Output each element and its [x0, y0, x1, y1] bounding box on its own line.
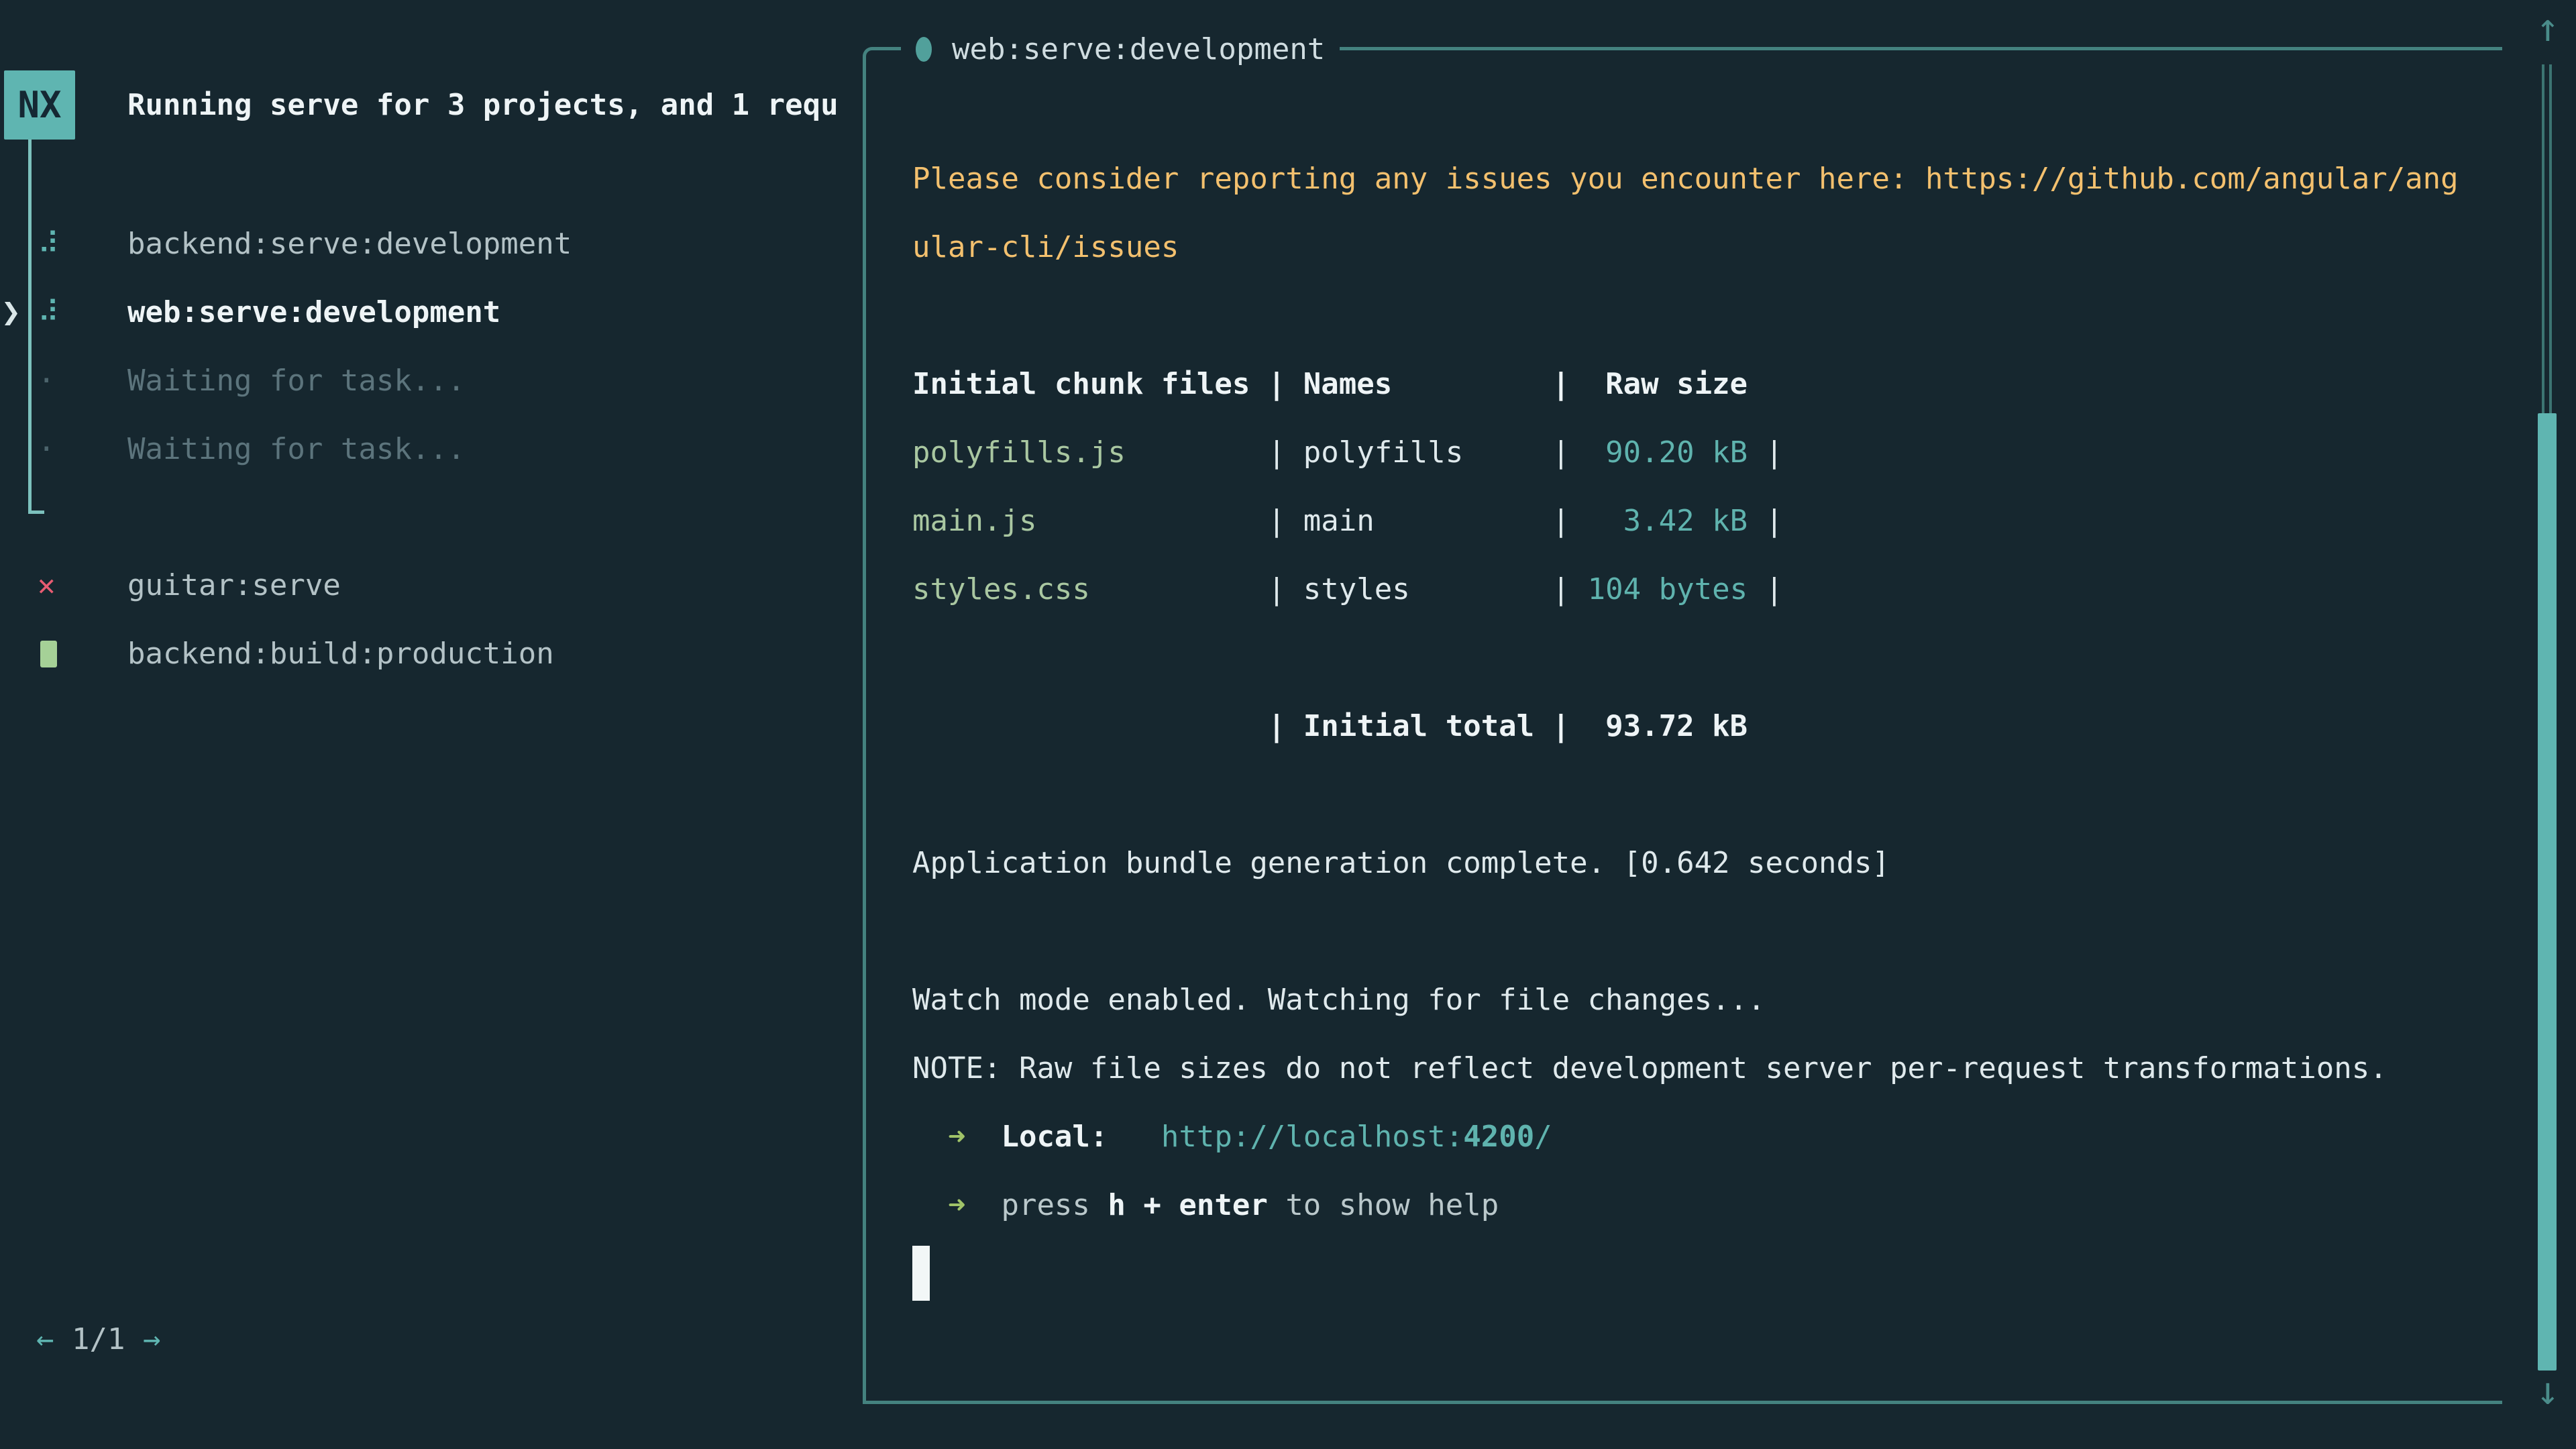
- waiting-dot-icon: ·: [38, 432, 78, 466]
- terminal-text: NOTE: Raw file sizes do not reflect deve…: [912, 1051, 2387, 1085]
- task-item-label: backend:build:production: [127, 637, 554, 671]
- terminal-text: to show help: [1268, 1188, 1499, 1222]
- terminal-text: |: [1126, 435, 1303, 470]
- terminal-text: ➜: [912, 1188, 965, 1222]
- terminal-cursor: [912, 1246, 930, 1301]
- terminal-line-11: Application bundle generation complete. …: [912, 828, 2489, 897]
- terminal-line-13: Watch mode enabled. Watching for file ch…: [912, 965, 2489, 1034]
- terminal-line-1: Please consider reporting any issues you…: [912, 144, 2489, 213]
- terminal-text: ular-cli/issues: [912, 230, 1179, 264]
- terminal-text: Local:: [965, 1120, 1108, 1154]
- terminal-text: 4200: [1463, 1120, 1534, 1154]
- failed-cross-icon: ✕: [38, 568, 78, 602]
- panel-title-text: web:serve:development: [952, 32, 1325, 66]
- panel-title: web:serve:development: [901, 15, 1340, 83]
- selected-task-arrow-icon: ❯: [1, 278, 21, 346]
- terminal-line-0: [912, 76, 2489, 144]
- task-item-label: backend:serve:development: [127, 227, 572, 261]
- terminal-line-2: ular-cli/issues: [912, 213, 2489, 281]
- terminal-output: Please consider reporting any issues you…: [912, 76, 2489, 1307]
- terminal-text: |: [1375, 504, 1588, 538]
- scroll-down-icon[interactable]: ↓: [2526, 1371, 2569, 1410]
- task-item-backend-build-production[interactable]: backend:build:production: [0, 619, 863, 688]
- task-item-label: Waiting for task...: [127, 364, 465, 398]
- terminal-text: ➜: [912, 1120, 965, 1154]
- terminal-text: press: [965, 1188, 1108, 1222]
- terminal-text: styles.css: [912, 572, 1090, 606]
- terminal-line-7: styles.css | styles | 104 bytes |: [912, 555, 2489, 623]
- task-item-guitar-serve[interactable]: ✕ guitar:serve: [0, 551, 863, 619]
- terminal-text: styles: [1303, 572, 1410, 606]
- terminal-text: 3.42 kB: [1588, 504, 1748, 538]
- terminal-text: |: [1748, 572, 1783, 606]
- task-item-waiting-for-task-[interactable]: · Waiting for task...: [0, 346, 863, 415]
- terminal-line-9: | Initial total | 93.72 kB: [912, 692, 2489, 760]
- terminal-text: |: [1748, 435, 1783, 470]
- terminal-text: 104 bytes: [1588, 572, 1748, 606]
- terminal-line-14: NOTE: Raw file sizes do not reflect deve…: [912, 1034, 2489, 1102]
- terminal-line-8: [912, 623, 2489, 692]
- terminal-text: Watch mode enabled. Watching for file ch…: [912, 983, 1766, 1017]
- page-next-icon[interactable]: →: [125, 1322, 160, 1356]
- terminal-link[interactable]: Please consider reporting any issues you…: [912, 162, 2459, 196]
- pagination: ← 1/1 →: [36, 1305, 160, 1373]
- terminal-text: Application bundle generation complete. …: [912, 846, 1890, 880]
- terminal-line-12: [912, 897, 2489, 965]
- terminal-line-16: ➜ press h + enter to show help: [912, 1171, 2489, 1239]
- scrollbar-track[interactable]: [2542, 64, 2552, 413]
- task-item-web-serve-development[interactable]: ❯ ⠼ web:serve:development: [0, 278, 863, 346]
- nx-logo: NX: [4, 70, 75, 140]
- terminal-text: Initial chunk files | Names | Raw size: [912, 367, 1748, 401]
- page-prev-icon[interactable]: ←: [36, 1322, 72, 1356]
- task-output-panel: web:serve:development Please consider re…: [863, 47, 2502, 1404]
- task-tree-corner: [28, 511, 44, 514]
- task-item-label: web:serve:development: [127, 295, 500, 329]
- waiting-dot-icon: ·: [38, 364, 78, 398]
- terminal-line-10: [912, 760, 2489, 828]
- status-bar: ← 1/1 → quit: q help: ?: [0, 1305, 863, 1373]
- app-title: Running serve for 3 projects, and 1 requ: [127, 70, 860, 140]
- spinner-icon: ⠼: [38, 227, 78, 261]
- nx-tui-screen: NX Running serve for 3 projects, and 1 r…: [0, 0, 2576, 1449]
- terminal-link[interactable]: http://localhost:: [1108, 1120, 1463, 1154]
- terminal-text: /: [1534, 1120, 1552, 1154]
- terminal-text: |: [1036, 504, 1303, 538]
- terminal-text: main: [1303, 504, 1375, 538]
- terminal-text: |: [1748, 504, 1783, 538]
- scrollbar-thumb[interactable]: [2538, 413, 2557, 1371]
- terminal-text: polyfills: [1303, 435, 1463, 470]
- terminal-line-15: ➜ Local: http://localhost:4200/: [912, 1102, 2489, 1171]
- spinner-icon: ⠼: [38, 295, 78, 329]
- task-item-label: guitar:serve: [127, 568, 341, 602]
- task-item-label: Waiting for task...: [127, 432, 465, 466]
- terminal-line-6: main.js | main | 3.42 kB |: [912, 486, 2489, 555]
- task-item-waiting-for-task-[interactable]: · Waiting for task...: [0, 415, 863, 483]
- terminal-line-4: Initial chunk files | Names | Raw size: [912, 350, 2489, 418]
- scroll-up-icon[interactable]: ↑: [2526, 8, 2569, 47]
- terminal-line-5: polyfills.js | polyfills | 90.20 kB |: [912, 418, 2489, 486]
- terminal-text: h + enter: [1108, 1188, 1267, 1222]
- terminal-text: 90.20 kB: [1588, 435, 1748, 470]
- running-bullet-icon: [916, 37, 932, 62]
- success-square-icon: [40, 641, 57, 667]
- terminal-text: |: [1090, 572, 1303, 606]
- terminal-text: |: [1410, 572, 1588, 606]
- terminal-line-3: [912, 281, 2489, 350]
- terminal-text: | Initial total | 93.72 kB: [912, 709, 1748, 743]
- terminal-text: polyfills.js: [912, 435, 1126, 470]
- terminal-text: |: [1463, 435, 1587, 470]
- page-indicator: 1/1: [72, 1322, 125, 1356]
- terminal-line-17: [912, 1239, 2489, 1307]
- terminal-text: main.js: [912, 504, 1036, 538]
- task-item-backend-serve-development[interactable]: ⠼ backend:serve:development: [0, 209, 863, 278]
